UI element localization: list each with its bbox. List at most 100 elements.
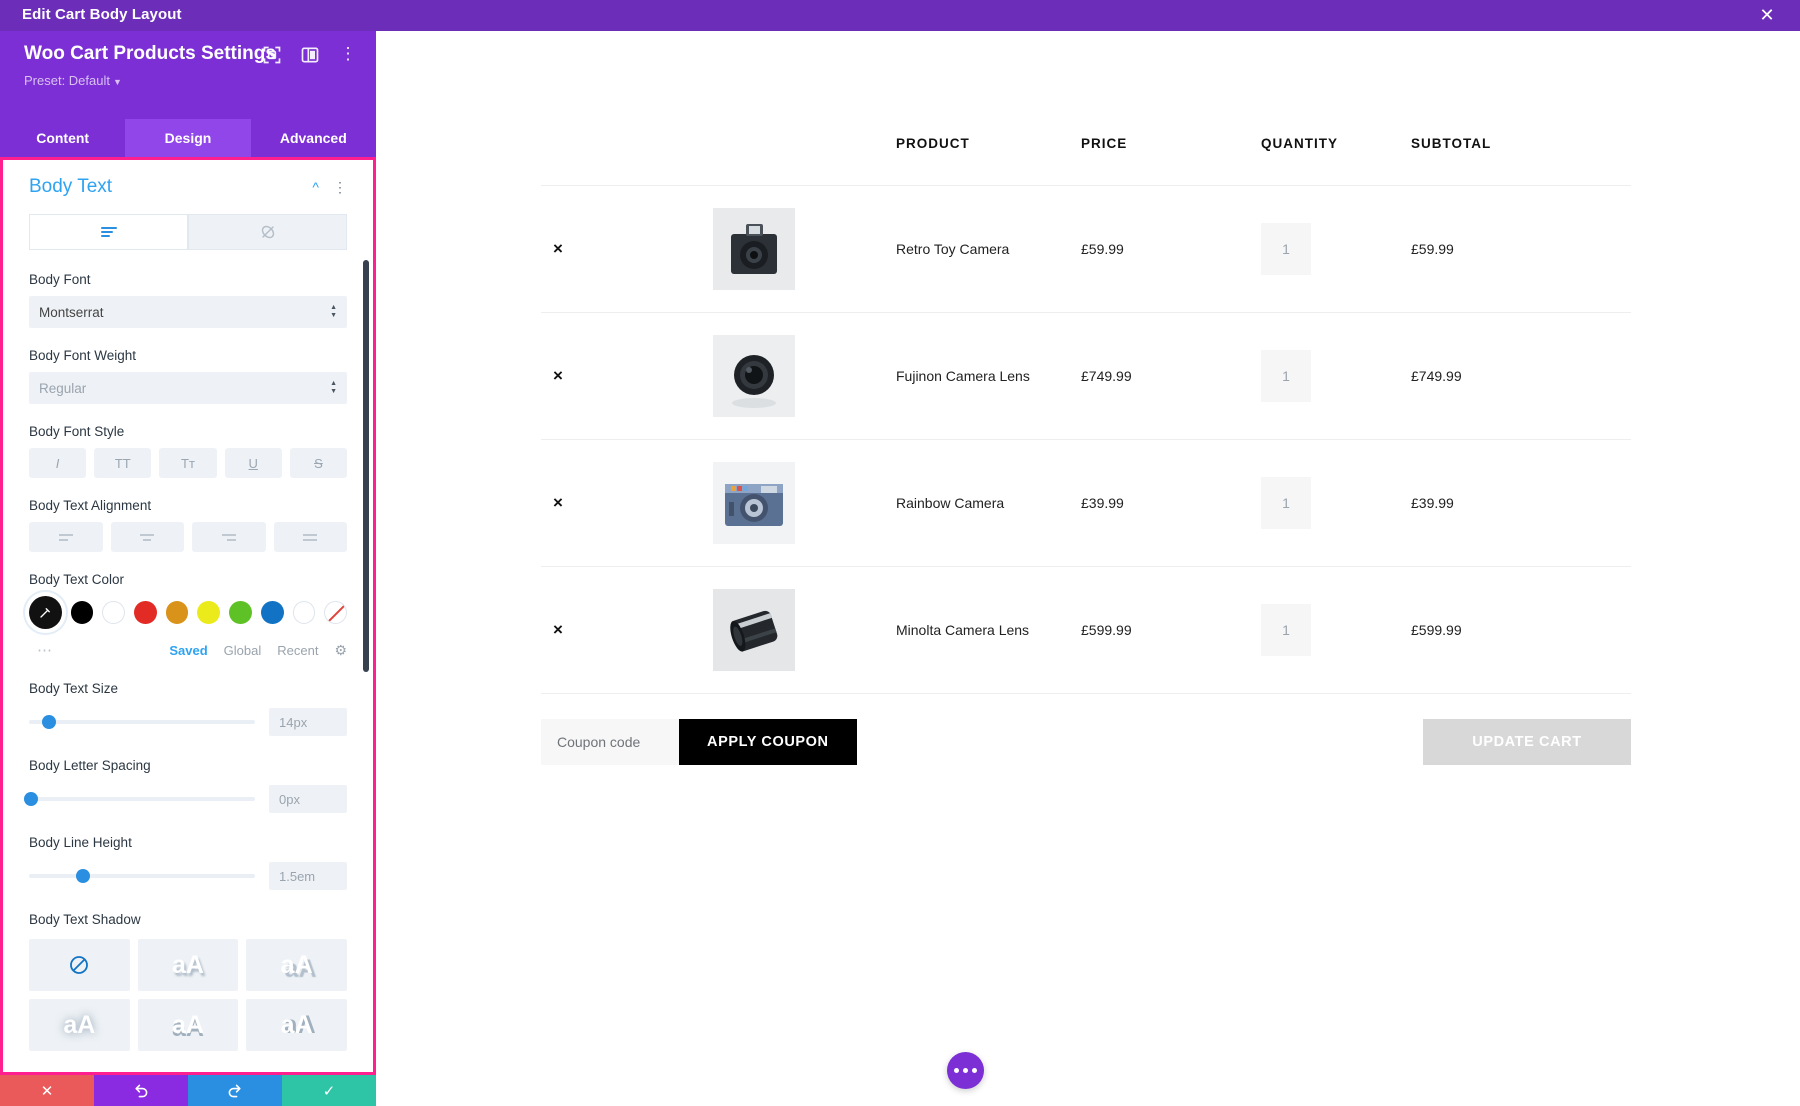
body-line-height-slider[interactable] xyxy=(29,874,255,878)
uppercase-button[interactable]: TT xyxy=(94,448,151,478)
body-text-size-label: Body Text Size xyxy=(29,681,347,696)
settings-panel-header: Woo Cart Products Settings ⋮ xyxy=(0,31,376,119)
swatch-black[interactable] xyxy=(71,601,94,624)
page-settings-fab[interactable] xyxy=(947,1052,984,1089)
text-shadow-none[interactable] xyxy=(29,939,130,991)
kebab-menu-icon[interactable]: ⋮ xyxy=(338,45,358,65)
panel-scrollbar[interactable] xyxy=(363,260,369,672)
color-tab-global[interactable]: Global xyxy=(224,643,262,658)
product-price: £59.99 xyxy=(1081,241,1261,257)
text-shadow-preset-2[interactable]: aA xyxy=(246,939,347,991)
remove-item-button[interactable]: × xyxy=(541,493,586,513)
slider-knob[interactable] xyxy=(24,792,38,806)
align-left-button[interactable] xyxy=(29,522,103,552)
product-name[interactable]: Minolta Camera Lens xyxy=(896,622,1081,638)
align-center-button[interactable] xyxy=(111,522,185,552)
minolta-camera-lens-image[interactable] xyxy=(713,589,795,671)
target-icon[interactable] xyxy=(262,45,282,65)
product-thumbnail-cell xyxy=(586,335,896,417)
body-text-size-input[interactable]: 14px xyxy=(269,708,347,736)
swatch-white-2[interactable] xyxy=(293,601,316,624)
body-font-select[interactable]: Montserrat ▲▼ xyxy=(29,296,347,328)
text-shadow-preset-4[interactable]: aA xyxy=(138,999,239,1051)
body-letter-spacing-input[interactable]: 0px xyxy=(269,785,347,813)
close-icon[interactable]: ✕ xyxy=(1756,4,1778,26)
swatch-red[interactable] xyxy=(134,601,157,624)
italic-button[interactable]: I xyxy=(29,448,86,478)
quantity-input[interactable]: 1 xyxy=(1261,604,1311,656)
color-tab-recent[interactable]: Recent xyxy=(277,643,318,658)
swatch-white[interactable] xyxy=(102,601,125,624)
window-titlebar: Edit Cart Body Layout ✕ xyxy=(0,0,1800,31)
broken-link-icon xyxy=(259,223,277,241)
product-name[interactable]: Rainbow Camera xyxy=(896,495,1081,511)
product-name[interactable]: Fujinon Camera Lens xyxy=(896,368,1081,384)
color-tab-saved[interactable]: Saved xyxy=(169,643,207,658)
product-subtotal: £599.99 xyxy=(1411,622,1591,638)
strikethrough-button[interactable]: S xyxy=(290,448,347,478)
quantity-input[interactable]: 1 xyxy=(1261,223,1311,275)
text-lines-icon xyxy=(100,225,118,239)
swatch-transparent[interactable] xyxy=(324,601,347,624)
layout-icon[interactable] xyxy=(300,45,320,65)
text-shadow-preset-5[interactable]: aA xyxy=(246,999,347,1051)
chevron-updown-icon: ▲▼ xyxy=(330,305,337,319)
ellipsis-icon[interactable]: ⋯ xyxy=(37,641,54,659)
align-justify-button[interactable] xyxy=(274,522,348,552)
coupon-input[interactable]: Coupon code xyxy=(541,719,679,765)
body-font-weight-select[interactable]: Regular ▲▼ xyxy=(29,372,347,404)
section-title: Body Text xyxy=(29,176,112,198)
save-button[interactable]: ✓ xyxy=(282,1075,376,1106)
ellipsis-icon xyxy=(954,1068,959,1073)
apply-coupon-button[interactable]: APPLY COUPON xyxy=(679,719,857,765)
align-left-icon xyxy=(58,532,74,543)
remove-item-button[interactable]: × xyxy=(541,239,586,259)
slider-knob[interactable] xyxy=(42,715,56,729)
swatch-orange[interactable] xyxy=(166,601,189,624)
coupon-row: Coupon code APPLY COUPON UPDATE CART xyxy=(541,694,1631,790)
remove-item-button[interactable]: × xyxy=(541,366,586,386)
align-right-icon xyxy=(221,532,237,543)
quantity-cell: 1 xyxy=(1261,223,1411,275)
kebab-menu-icon[interactable]: ⋮ xyxy=(333,179,347,196)
rainbow-camera-image[interactable] xyxy=(713,462,795,544)
undo-button[interactable] xyxy=(94,1075,188,1106)
quantity-input[interactable]: 1 xyxy=(1261,350,1311,402)
tab-content[interactable]: Content xyxy=(0,119,125,157)
gear-icon[interactable]: ⚙ xyxy=(334,642,347,659)
swatch-blue[interactable] xyxy=(261,601,284,624)
body-line-height-input[interactable]: 1.5em xyxy=(269,862,347,890)
quantity-input[interactable]: 1 xyxy=(1261,477,1311,529)
column-header-product: PRODUCT xyxy=(896,136,1081,151)
chevron-up-icon[interactable]: ^ xyxy=(312,179,319,195)
capitalize-button[interactable]: Tт xyxy=(159,448,216,478)
tab-design[interactable]: Design xyxy=(125,119,250,157)
preset-selector[interactable]: Preset: Default▼ xyxy=(24,73,122,88)
text-shadow-preset-1[interactable]: aA xyxy=(138,939,239,991)
text-settings-toggle[interactable] xyxy=(29,214,188,250)
tab-advanced[interactable]: Advanced xyxy=(251,119,376,157)
text-shadow-preset-3[interactable]: aA xyxy=(29,999,130,1051)
fujinon-camera-lens-image[interactable] xyxy=(713,335,795,417)
remove-item-button[interactable]: × xyxy=(541,620,586,640)
retro-toy-camera-image[interactable] xyxy=(713,208,795,290)
column-header-quantity: QUANTITY xyxy=(1261,136,1411,151)
cancel-button[interactable]: ✕ xyxy=(0,1075,94,1106)
color-picker-swatch[interactable] xyxy=(29,596,62,629)
swatch-yellow[interactable] xyxy=(197,601,220,624)
body-letter-spacing-slider[interactable] xyxy=(29,797,255,801)
none-icon xyxy=(69,955,89,975)
undo-icon xyxy=(133,1083,149,1099)
settings-header-actions: ⋮ xyxy=(262,45,358,65)
link-settings-toggle[interactable] xyxy=(188,214,347,250)
align-right-button[interactable] xyxy=(192,522,266,552)
swatch-green[interactable] xyxy=(229,601,252,624)
update-cart-button[interactable]: UPDATE CART xyxy=(1423,719,1631,765)
redo-button[interactable] xyxy=(188,1075,282,1106)
body-text-size-slider[interactable] xyxy=(29,720,255,724)
product-name[interactable]: Retro Toy Camera xyxy=(896,241,1081,257)
slider-knob[interactable] xyxy=(76,869,90,883)
underline-button[interactable]: U xyxy=(225,448,282,478)
product-subtotal: £749.99 xyxy=(1411,368,1591,384)
body-font-weight-label: Body Font Weight xyxy=(29,348,347,363)
